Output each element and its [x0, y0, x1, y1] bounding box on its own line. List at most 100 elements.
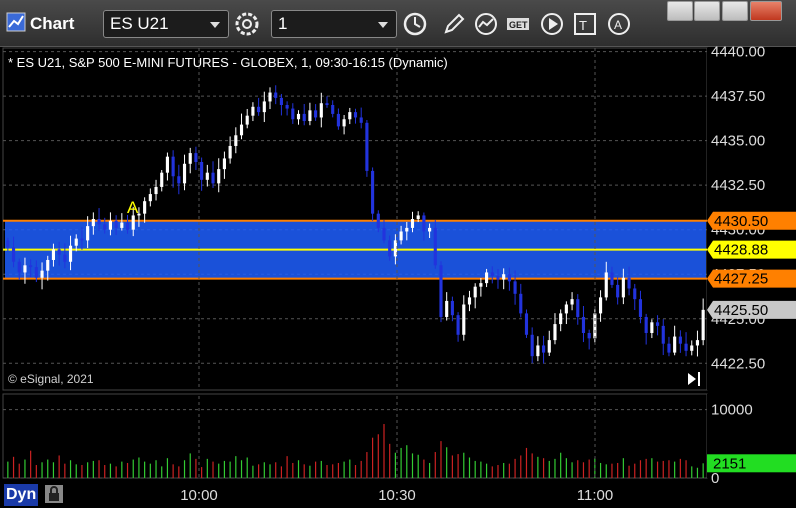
- candle-body: [228, 145, 232, 159]
- candle-body: [519, 293, 523, 314]
- candle-body: [695, 340, 700, 346]
- candle-body: [559, 313, 563, 325]
- price-chart[interactable]: 4440.004437.504435.004432.504430.004427.…: [0, 0, 796, 508]
- candle-body: [285, 105, 289, 109]
- candle-body: [125, 222, 130, 230]
- candle-body: [160, 172, 164, 187]
- candle-body: [422, 215, 426, 232]
- candle-body: [245, 115, 249, 125]
- copyright-text: © eSignal, 2021: [8, 372, 94, 386]
- candle-body: [376, 213, 380, 228]
- candle-body: [348, 112, 352, 120]
- candle-body: [319, 103, 323, 118]
- candle-body: [433, 227, 437, 266]
- candle-body: [359, 117, 363, 123]
- candle-body: [564, 304, 568, 314]
- price-tag-label: 4427.25: [714, 271, 768, 288]
- candle-body: [314, 110, 318, 118]
- candle-body: [86, 226, 90, 241]
- candle-body: [428, 227, 432, 232]
- annotation-marker: A: [127, 198, 139, 217]
- price-tick-label: 4422.50: [711, 355, 765, 372]
- price-pane-frame: [2, 47, 708, 391]
- candle-body: [416, 215, 420, 219]
- candle-body: [325, 103, 329, 105]
- candle-body: [74, 238, 78, 246]
- candle-body: [177, 176, 181, 184]
- candle-body: [353, 112, 358, 118]
- candle-body: [530, 334, 534, 357]
- candle-body: [342, 119, 346, 127]
- candle-body: [274, 92, 278, 98]
- candle-body: [279, 97, 283, 105]
- candle-body: [502, 274, 506, 280]
- candle-body: [251, 106, 255, 116]
- candle-body: [257, 106, 261, 113]
- candle-body: [103, 224, 107, 230]
- candle-body: [131, 215, 135, 230]
- candle-body: [6, 240, 10, 248]
- candle-body: [188, 153, 192, 164]
- candle-body: [388, 240, 392, 257]
- candle-body: [46, 259, 50, 271]
- lock-icon[interactable]: [44, 484, 64, 504]
- candle-body: [165, 156, 169, 173]
- candle-body: [308, 110, 312, 122]
- candle-body: [485, 272, 489, 284]
- candle-body: [262, 101, 266, 113]
- candle-body: [171, 156, 175, 177]
- scroll-end-arrow: [688, 373, 696, 385]
- dynamic-mode-button[interactable]: Dyn: [4, 484, 39, 506]
- candle-body: [108, 220, 113, 230]
- candle-body: [542, 345, 546, 353]
- candle-body: [496, 276, 500, 280]
- candle-body: [200, 162, 204, 180]
- candle-body: [467, 297, 472, 305]
- candle-body: [63, 254, 67, 262]
- candle-body: [490, 272, 494, 276]
- candle-body: [473, 286, 477, 298]
- candle-body: [513, 281, 517, 294]
- candle-body: [439, 265, 443, 317]
- candle-body: [331, 105, 335, 114]
- candle-body: [644, 316, 648, 333]
- candle-body: [114, 220, 118, 228]
- chart-title: * ES U21, S&P 500 E-MINI FUTURES - GLOBE…: [8, 55, 448, 70]
- price-tick-label: 4435.00: [711, 133, 765, 150]
- candle-body: [211, 172, 215, 184]
- candle-body: [234, 135, 238, 146]
- candle-body: [456, 315, 460, 335]
- candle-body: [148, 194, 152, 202]
- volume-tick-label: 0: [711, 470, 719, 487]
- candle-body: [667, 343, 671, 353]
- candle-body: [23, 265, 27, 273]
- candle-body: [701, 309, 705, 341]
- volume-tag-label: 2151: [713, 455, 746, 472]
- price-tick-label: 4432.50: [711, 177, 765, 194]
- price-tag-label: 4428.88: [714, 242, 768, 259]
- candle-body: [410, 219, 415, 228]
- candle-body: [678, 336, 682, 344]
- candle-body: [405, 227, 409, 232]
- candle-body: [587, 333, 591, 339]
- candle-body: [604, 272, 608, 298]
- candle-body: [154, 186, 158, 195]
- price-tick-label: 4440.00: [711, 44, 765, 61]
- candle-body: [51, 249, 56, 260]
- candle-body: [97, 219, 101, 225]
- candle-body: [80, 238, 84, 241]
- candle-body: [524, 313, 529, 335]
- candle-body: [11, 247, 16, 262]
- candle-body: [365, 122, 369, 171]
- candle-body: [621, 277, 625, 298]
- candle-body: [655, 322, 660, 326]
- candle-body: [616, 284, 620, 298]
- candle-body: [661, 325, 665, 344]
- candle-body: [382, 227, 386, 241]
- candle-body: [194, 153, 198, 162]
- candle-body: [536, 345, 540, 357]
- candle-body: [450, 300, 454, 316]
- candle-body: [34, 267, 38, 278]
- candle-body: [399, 231, 403, 241]
- candle-body: [547, 340, 551, 353]
